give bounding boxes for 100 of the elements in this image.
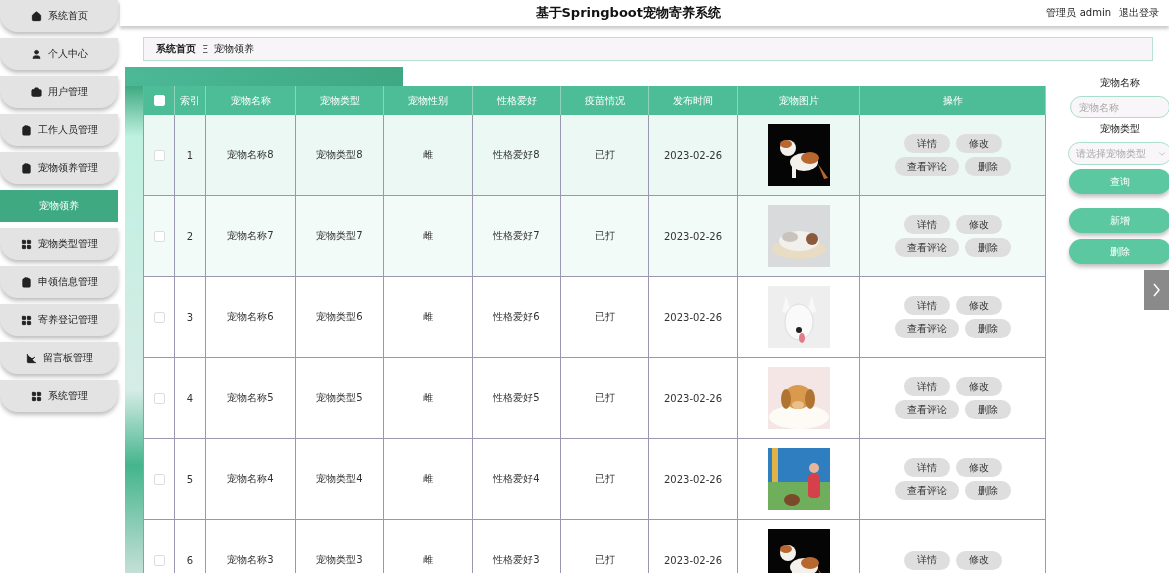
index-cell: 4 bbox=[186, 392, 194, 404]
column-header: 疫苗情况 bbox=[561, 86, 649, 115]
type-cell: 宠物类型3 bbox=[316, 553, 363, 567]
grid-icon bbox=[20, 238, 32, 250]
sex-cell: 雌 bbox=[423, 229, 433, 243]
chevron-right-icon bbox=[1153, 283, 1160, 297]
sex-cell: 雌 bbox=[423, 553, 433, 567]
grid-icon bbox=[20, 314, 32, 326]
row-checkbox[interactable] bbox=[153, 230, 165, 242]
sidebar-item[interactable]: 留言板管理 bbox=[0, 342, 118, 374]
row-checkbox[interactable] bbox=[153, 473, 165, 485]
action-button[interactable]: 删除 bbox=[964, 319, 1011, 338]
hobby-cell: 性格爱好5 bbox=[493, 391, 540, 405]
action-button[interactable]: 查看评论 bbox=[894, 400, 959, 419]
row-checkbox[interactable] bbox=[153, 392, 165, 404]
user-icon bbox=[30, 48, 42, 60]
vaccine-cell: 已打 bbox=[594, 553, 615, 567]
action-button[interactable]: 修改 bbox=[955, 134, 1002, 153]
row-checkbox[interactable] bbox=[153, 311, 165, 323]
index-cell: 1 bbox=[186, 149, 194, 161]
logout-link[interactable]: 退出登录 bbox=[1119, 6, 1159, 20]
name-cell: 宠物名称3 bbox=[227, 553, 274, 567]
sidebar-item[interactable]: 工作人员管理 bbox=[0, 114, 118, 146]
action-button[interactable]: 修改 bbox=[955, 296, 1002, 315]
home-icon bbox=[30, 10, 42, 22]
column-header: 性格爱好 bbox=[473, 86, 561, 115]
select-all-checkbox[interactable] bbox=[153, 95, 165, 106]
sex-cell: 雌 bbox=[423, 472, 433, 486]
action-button[interactable]: 删除 bbox=[964, 400, 1011, 419]
action-button[interactable]: 详情 bbox=[903, 215, 950, 234]
vaccine-cell: 已打 bbox=[594, 391, 615, 405]
column-header: 宠物名称 bbox=[206, 86, 296, 115]
action-button[interactable]: 修改 bbox=[955, 550, 1002, 570]
action-button[interactable]: 查看评论 bbox=[894, 157, 959, 176]
action-button[interactable]: 查看评论 bbox=[894, 238, 959, 257]
date-cell: 2023-02-26 bbox=[663, 392, 723, 404]
index-cell: 3 bbox=[186, 311, 194, 323]
vaccine-cell: 已打 bbox=[594, 148, 615, 162]
action-button[interactable]: 详情 bbox=[903, 134, 950, 153]
hobby-cell: 性格爱好4 bbox=[493, 472, 540, 486]
hobby-cell: 性格爱好7 bbox=[493, 229, 540, 243]
date-cell: 2023-02-26 bbox=[663, 311, 723, 323]
app-title: 基于Springboot宠物寄养系统 bbox=[534, 4, 722, 22]
name-cell: 宠物名称5 bbox=[227, 391, 274, 405]
sidebar-item[interactable]: 宠物领养管理 bbox=[0, 152, 118, 184]
action-button[interactable]: 详情 bbox=[903, 550, 950, 570]
breadcrumb-current: 宠物领养 bbox=[214, 42, 255, 56]
action-button[interactable]: 查看评论 bbox=[894, 481, 959, 500]
column-header: 宠物类型 bbox=[296, 86, 384, 115]
sidebar-item[interactable]: 系统首页 bbox=[0, 0, 118, 32]
action-button[interactable]: 修改 bbox=[955, 377, 1002, 396]
hobby-cell: 性格爱好6 bbox=[493, 310, 540, 324]
action-button[interactable]: 详情 bbox=[903, 458, 950, 477]
sex-cell: 雌 bbox=[423, 310, 433, 324]
name-input[interactable]: 宠物名称 bbox=[1070, 96, 1169, 118]
sidebar-item[interactable]: 用户管理 bbox=[0, 76, 118, 108]
hobby-cell: 性格爱好8 bbox=[493, 148, 540, 162]
hobby-cell: 性格爱好3 bbox=[493, 553, 540, 567]
column-header: 操作 bbox=[860, 86, 1046, 115]
action-button[interactable]: 修改 bbox=[955, 458, 1002, 477]
action-button[interactable]: 详情 bbox=[903, 296, 950, 315]
date-cell: 2023-02-26 bbox=[663, 473, 723, 485]
sidebar-item[interactable]: 宠物类型管理 bbox=[0, 228, 118, 260]
sidebar-item[interactable]: 个人中心 bbox=[0, 38, 118, 70]
name-cell: 宠物名称7 bbox=[227, 229, 274, 243]
action-button[interactable]: 详情 bbox=[903, 377, 950, 396]
action-button[interactable]: 删除 bbox=[964, 481, 1011, 500]
type-cell: 宠物类型5 bbox=[316, 391, 363, 405]
action-button[interactable]: 查看评论 bbox=[894, 319, 959, 338]
action-button[interactable]: 修改 bbox=[955, 215, 1002, 234]
breadcrumb-separator: Ξ bbox=[202, 43, 209, 55]
column-header: 发布时间 bbox=[649, 86, 738, 115]
name-cell: 宠物名称4 bbox=[227, 472, 274, 486]
sidebar-item[interactable]: 寄养登记管理 bbox=[0, 304, 118, 336]
type-cell: 宠物类型4 bbox=[316, 472, 363, 486]
column-header: 宠物图片 bbox=[738, 86, 860, 115]
date-cell: 2023-02-26 bbox=[663, 554, 723, 566]
sidebar-item[interactable]: 申领信息管理 bbox=[0, 266, 118, 298]
row-checkbox[interactable] bbox=[153, 149, 165, 161]
action-button[interactable]: 删除 bbox=[964, 238, 1011, 257]
vaccine-cell: 已打 bbox=[594, 310, 615, 324]
type-cell: 宠物类型8 bbox=[316, 148, 363, 162]
breadcrumb-link[interactable]: 系统首页 bbox=[156, 42, 196, 56]
index-cell: 2 bbox=[186, 230, 194, 242]
sex-cell: 雌 bbox=[423, 148, 433, 162]
sex-cell: 雌 bbox=[423, 391, 433, 405]
grid-icon bbox=[30, 390, 42, 402]
name-cell: 宠物名称6 bbox=[227, 310, 274, 324]
type-cell: 宠物类型6 bbox=[316, 310, 363, 324]
user-label: 管理员 admin bbox=[1046, 6, 1111, 20]
action-button[interactable]: 删除 bbox=[964, 157, 1011, 176]
date-cell: 2023-02-26 bbox=[663, 230, 723, 242]
date-cell: 2023-02-26 bbox=[663, 149, 723, 161]
field-label: 宠物名称 bbox=[1100, 76, 1140, 90]
vaccine-cell: 已打 bbox=[594, 472, 615, 486]
sidebar-item[interactable]: 系统管理 bbox=[0, 380, 118, 412]
row-checkbox[interactable] bbox=[153, 554, 165, 566]
index-cell: 5 bbox=[186, 473, 194, 485]
next-button[interactable] bbox=[1144, 270, 1169, 310]
vaccine-cell: 已打 bbox=[594, 229, 615, 243]
